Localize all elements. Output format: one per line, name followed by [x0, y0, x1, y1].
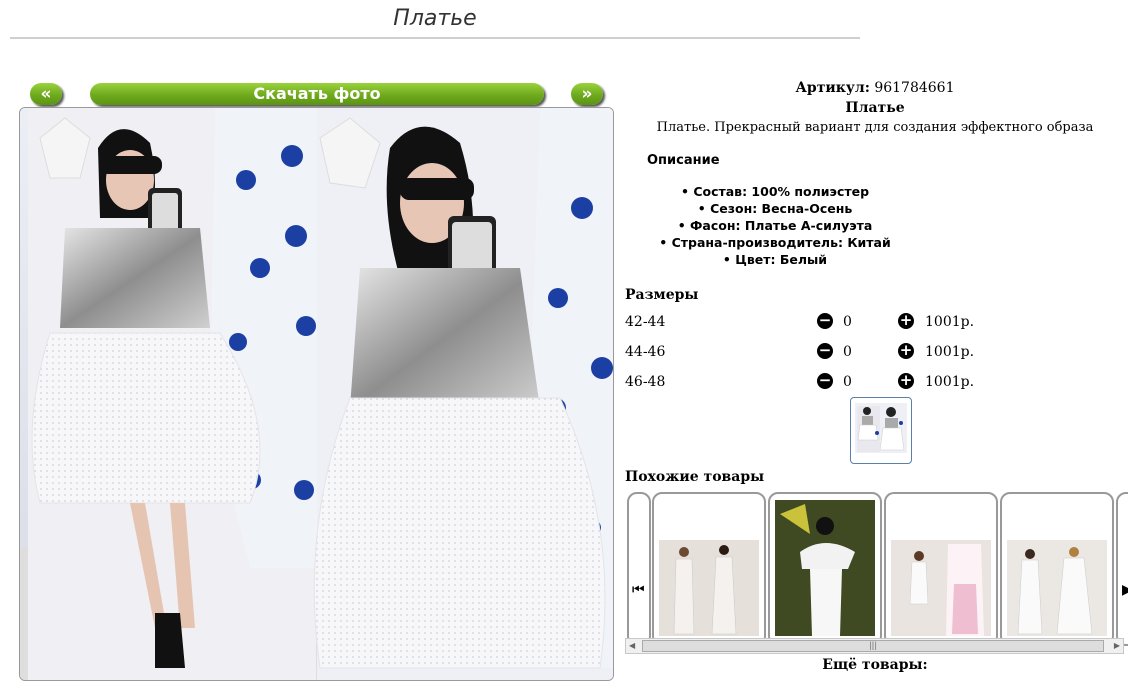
product-name: Платье: [845, 100, 905, 116]
sizes-heading: Размеры: [625, 287, 699, 303]
more-products-heading: Ещё товары:: [822, 657, 928, 673]
page-title: Платье: [393, 6, 477, 31]
similar-product-image: [775, 500, 875, 636]
size-row: 42-44 − 0 + 1001р.: [625, 311, 1125, 333]
size-price: 1001р.: [925, 344, 975, 360]
plus-circle-icon[interactable]: +: [898, 343, 914, 359]
scroll-left-icon[interactable]: ◀: [629, 641, 635, 650]
prev-photo-button[interactable]: «: [30, 83, 62, 105]
property-item: Цвет: Белый: [625, 251, 925, 268]
download-photo-button[interactable]: Скачать фото: [90, 83, 544, 105]
scrollbar-thumb[interactable]: |||: [642, 640, 1104, 652]
photo-thumbnail[interactable]: [850, 397, 912, 464]
properties-list: Состав: 100% полиэстер Сезон: Весна-Осен…: [625, 183, 925, 268]
similar-card[interactable]: [768, 492, 882, 646]
minus-circle-icon[interactable]: −: [817, 343, 833, 359]
size-row: 44-46 − 0 + 1001р.: [625, 341, 1125, 363]
plus-circle-icon[interactable]: +: [898, 313, 914, 329]
size-label: 46-48: [625, 374, 666, 390]
article-number: 961784661: [874, 80, 955, 96]
carousel-next-icon[interactable]: ▶: [1122, 582, 1128, 598]
short-description: Платье. Прекрасный вариант для создания …: [656, 120, 1094, 135]
title-divider: [10, 37, 860, 39]
property-item: Состав: 100% полиэстер: [625, 183, 925, 200]
carousel-prev-icon[interactable]: ⏮: [632, 582, 645, 598]
description-heading: Описание: [647, 153, 720, 168]
product-photo[interactable]: [19, 107, 614, 681]
property-item: Страна-производитель: Китай: [625, 234, 925, 251]
size-quantity: 0: [843, 374, 852, 390]
size-label: 44-46: [625, 344, 666, 360]
scroll-right-icon[interactable]: ▶: [1114, 641, 1120, 650]
similar-carousel: ⏮ ▶: [625, 492, 1128, 652]
article-label: Артикул:: [795, 80, 870, 96]
property-item: Фасон: Платье А-силуэта: [625, 217, 925, 234]
size-quantity: 0: [843, 344, 852, 360]
minus-circle-icon[interactable]: −: [817, 313, 833, 329]
product-photo-image: [20, 108, 613, 680]
plus-circle-icon[interactable]: +: [898, 373, 914, 389]
similar-card-partial[interactable]: [627, 492, 651, 646]
carousel-scrollbar[interactable]: ◀ ||| ▶: [625, 638, 1124, 654]
similar-card[interactable]: [652, 492, 766, 646]
similar-card[interactable]: [884, 492, 998, 646]
article-line: Артикул: 961784661: [625, 80, 1125, 96]
size-row: 46-48 − 0 + 1001р.: [625, 371, 1125, 393]
property-item: Сезон: Весна-Осень: [625, 200, 925, 217]
similar-card-partial[interactable]: [1116, 492, 1128, 646]
size-label: 42-44: [625, 314, 666, 330]
similar-card[interactable]: [1000, 492, 1114, 646]
similar-product-image: [1007, 540, 1107, 636]
size-price: 1001р.: [925, 314, 975, 330]
similar-product-image: [659, 540, 759, 636]
similar-heading: Похожие товары: [625, 469, 765, 485]
size-quantity: 0: [843, 314, 852, 330]
next-photo-button[interactable]: »: [571, 83, 603, 105]
size-price: 1001р.: [925, 374, 975, 390]
minus-circle-icon[interactable]: −: [817, 373, 833, 389]
thumbnail-image: [855, 403, 907, 453]
similar-product-image: [891, 540, 991, 636]
